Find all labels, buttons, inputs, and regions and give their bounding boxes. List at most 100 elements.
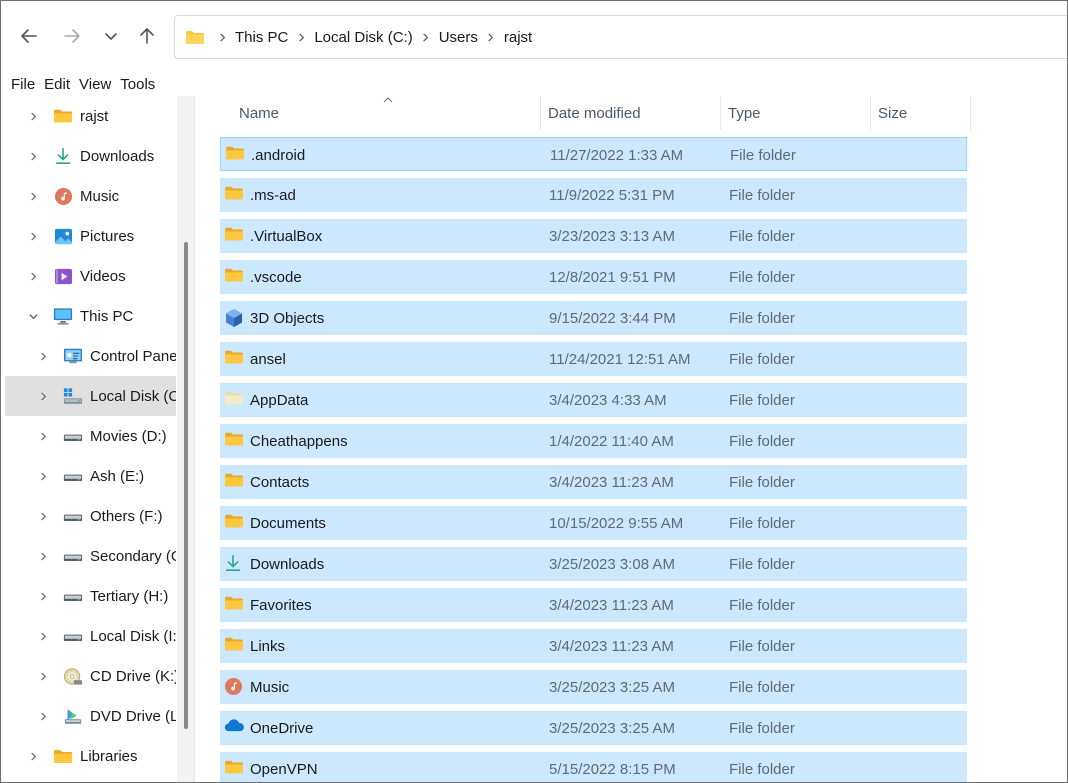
file-row[interactable]: Documents 10/15/2022 9:55 AM File folder [220,506,967,540]
chevron-down-icon[interactable] [26,309,40,323]
drive-icon [63,426,83,446]
chevron-right-icon[interactable] [36,709,50,723]
sidebar-item[interactable]: Secondary (G:) [5,536,176,576]
chevron-right-icon[interactable] [36,389,50,403]
sidebar-item-label: Libraries [80,747,138,765]
file-date-modified: 3/25/2023 3:08 AM [549,555,675,573]
chevron-right-icon[interactable] [26,109,40,123]
sidebar-item-label: Music [80,187,120,205]
file-row[interactable]: ansel 11/24/2021 12:51 AM File folder [220,342,967,376]
sidebar-item[interactable]: Local Disk (I:) [5,616,176,656]
file-row[interactable]: .ms-ad 11/9/2022 5:31 PM File folder [220,178,967,212]
file-row[interactable]: OneDrive 3/25/2023 3:25 AM File folder [220,711,967,745]
file-name: ansel [250,350,286,368]
file-row[interactable]: Cheathappens 1/4/2022 11:40 AM File folder [220,424,967,458]
file-row[interactable]: Downloads 3/25/2023 3:08 AM File folder [220,547,967,581]
menu-edit[interactable]: Edit [40,76,75,93]
chevron-right-icon[interactable] [36,549,50,563]
sidebar-item[interactable]: Downloads [5,136,176,176]
control-panel-icon [63,346,83,366]
menu-file[interactable]: File [1,76,40,93]
up-button[interactable] [133,22,161,50]
chevron-right-icon[interactable] [26,749,40,763]
download-icon [53,146,73,166]
3d-objects-icon [224,308,246,328]
breadcrumb-separator-icon [478,32,504,42]
sidebar-item[interactable]: Tertiary (H:) [5,576,176,616]
file-date-modified: 5/15/2022 8:15 PM [549,760,676,778]
address-bar[interactable]: This PC Local Disk (C:) Users rajst [174,15,1067,59]
file-date-modified: 1/4/2022 11:40 AM [549,432,674,450]
file-type: File folder [729,719,795,737]
download-icon [224,554,246,574]
sidebar-item[interactable]: Music [5,176,176,216]
file-row[interactable]: Favorites 3/4/2023 11:23 AM File folder [220,588,967,622]
file-type: File folder [729,678,795,696]
file-row[interactable]: .VirtualBox 3/23/2023 3:13 AM File folder [220,219,967,253]
sidebar-item[interactable]: Local Disk (C:) [5,376,176,416]
file-row[interactable]: Links 3/4/2023 11:23 AM File folder [220,629,967,663]
sidebar-item[interactable]: DVD Drive (L:) [5,696,176,736]
breadcrumb-separator-icon [413,32,439,42]
file-name: .VirtualBox [250,227,323,245]
chevron-right-icon[interactable] [36,629,50,643]
breadcrumb-this-pc[interactable]: This PC [235,29,288,46]
chevron-right-icon[interactable] [26,229,40,243]
column-header-date-modified[interactable]: Date modified [541,96,721,130]
recent-locations-button[interactable] [97,22,125,50]
column-header-type[interactable]: Type [721,96,871,130]
navigation-pane: rajst Downloads Music Pictures Videos This PC… [1,96,195,782]
sidebar-scrollbar-thumb[interactable] [184,242,188,729]
sidebar-item[interactable]: Ash (E:) [5,456,176,496]
chevron-right-icon[interactable] [26,269,40,283]
file-row[interactable]: OpenVPN 5/15/2022 8:15 PM File folder [220,752,967,782]
chevron-right-icon[interactable] [26,149,40,163]
column-header-size[interactable]: Size [871,96,971,130]
file-row[interactable]: .vscode 12/8/2021 9:51 PM File folder [220,260,967,294]
file-row[interactable]: .android 11/27/2022 1:33 AM File folder [220,137,967,171]
chevron-right-icon[interactable] [36,429,50,443]
chevron-right-icon[interactable] [36,509,50,523]
file-name: Links [250,637,286,655]
file-date-modified: 11/27/2022 1:33 AM [550,146,684,164]
file-date-modified: 11/24/2021 12:51 AM [549,350,691,368]
chevron-right-icon[interactable] [26,189,40,203]
sidebar-item[interactable]: Pictures [5,216,176,256]
folder-icon [53,106,73,126]
sidebar-item[interactable]: Videos [5,256,176,296]
sidebar-item[interactable]: Libraries [5,736,176,776]
sidebar-item[interactable]: This PC [5,296,176,336]
folder-icon [224,595,246,615]
file-type: File folder [729,760,795,778]
menu-tools[interactable]: Tools [116,76,160,93]
sidebar-item[interactable]: CD Drive (K:) [5,656,176,696]
file-type: File folder [729,227,795,245]
sidebar-item[interactable]: Movies (D:) [5,416,176,456]
menu-view[interactable]: View [75,76,116,93]
file-type: File folder [729,186,795,204]
breadcrumb-local-disk[interactable]: Local Disk (C:) [314,29,412,46]
file-row[interactable]: 3D Objects 9/15/2022 3:44 PM File folder [220,301,967,335]
sidebar-item[interactable]: Control Panel [5,336,176,376]
file-row[interactable]: Contacts 3/4/2023 11:23 AM File folder [220,465,967,499]
folder-icon [224,349,246,369]
file-row[interactable]: AppData 3/4/2023 4:33 AM File folder [220,383,967,417]
sidebar-item[interactable]: rajst [5,96,176,136]
chevron-right-icon[interactable] [36,469,50,483]
file-name: Favorites [250,596,312,614]
navigation-bar: This PC Local Disk (C:) Users rajst [1,1,1067,71]
back-button[interactable] [15,22,43,50]
chevron-right-icon[interactable] [36,589,50,603]
drive-icon [63,466,83,486]
folder-icon [224,431,246,451]
sidebar-item-label: Secondary (G:) [90,547,176,565]
file-row[interactable]: Music 3/25/2023 3:25 AM File folder [220,670,967,704]
file-name: .android [251,146,306,164]
forward-button[interactable] [58,22,86,50]
chevron-right-icon[interactable] [36,349,50,363]
breadcrumb-rajst[interactable]: rajst [504,29,532,46]
sidebar-item[interactable]: Others (F:) [5,496,176,536]
chevron-right-icon[interactable] [36,669,50,683]
windows-drive-icon [63,386,83,406]
breadcrumb-users[interactable]: Users [439,29,478,46]
